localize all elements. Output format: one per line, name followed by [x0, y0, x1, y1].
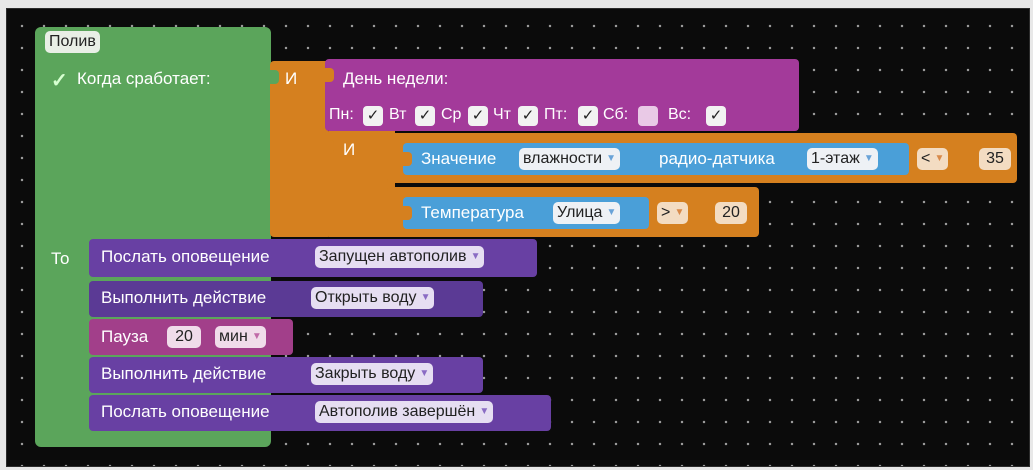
temperature-location-dropdown[interactable]: Улица — [553, 202, 621, 224]
day-label-wed: Ср — [441, 106, 462, 123]
to-label: То — [51, 249, 70, 268]
day-label-tue: Вт — [389, 106, 407, 123]
humidity-prefix: Значение — [421, 149, 497, 168]
day-label-fri: Пт: — [544, 106, 568, 123]
weekday-label: День недели: — [343, 69, 449, 88]
rule-title[interactable]: Полив — [45, 31, 100, 53]
day-label-mon: Пн: — [329, 106, 354, 123]
action-label: Послать оповещение — [101, 402, 270, 421]
action-value-dropdown[interactable]: Запущен автополив — [315, 246, 485, 268]
humidity-middle: радио-датчика — [659, 149, 775, 168]
day-label-sat: Сб: — [603, 106, 629, 123]
blocks-workspace[interactable]: Полив ✓ Когда сработает: То И День недел… — [6, 8, 1030, 467]
and-block-outer[interactable] — [270, 61, 328, 237]
action-label: Выполнить действие — [101, 364, 267, 383]
day-checkbox-fri[interactable]: ✓ — [578, 106, 598, 126]
action-value-dropdown[interactable]: Автополив завершён — [315, 401, 494, 423]
temperature-operator-dropdown[interactable]: > — [657, 202, 689, 224]
humidity-operator-dropdown[interactable]: < — [917, 148, 949, 170]
and-block-inner[interactable] — [325, 131, 395, 237]
pause-label: Пауза — [101, 327, 149, 346]
action-value-dropdown[interactable]: Открыть воду — [311, 287, 435, 309]
humidity-sensor-dropdown[interactable]: 1-этаж — [807, 148, 878, 170]
and-label-inner: И — [343, 140, 356, 159]
action-label: Выполнить действие — [101, 288, 267, 307]
and-label-outer: И — [285, 69, 298, 88]
when-check-icon: ✓ — [51, 70, 68, 92]
day-checkbox-sat[interactable] — [638, 106, 658, 126]
action-label: Послать оповещение — [101, 247, 270, 266]
day-checkbox-thu[interactable]: ✓ — [518, 106, 538, 126]
temperature-value-input[interactable]: 20 — [715, 202, 747, 224]
humidity-value-input[interactable]: 35 — [979, 148, 1011, 170]
temperature-prefix: Температура — [421, 203, 524, 222]
pause-unit-dropdown[interactable]: мин — [215, 326, 266, 348]
day-checkbox-sun[interactable]: ✓ — [706, 106, 726, 126]
day-checkbox-wed[interactable]: ✓ — [468, 106, 488, 126]
pause-value-input[interactable]: 20 — [167, 326, 201, 348]
day-checkbox-tue[interactable]: ✓ — [415, 106, 435, 126]
day-label-sun: Вс: — [668, 106, 692, 123]
day-checkbox-mon[interactable]: ✓ — [363, 106, 383, 126]
day-label-thu: Чт — [493, 106, 511, 123]
when-label: Когда сработает: — [77, 69, 211, 88]
humidity-param-dropdown[interactable]: влажности — [519, 148, 621, 170]
action-value-dropdown[interactable]: Закрыть воду — [311, 363, 434, 385]
